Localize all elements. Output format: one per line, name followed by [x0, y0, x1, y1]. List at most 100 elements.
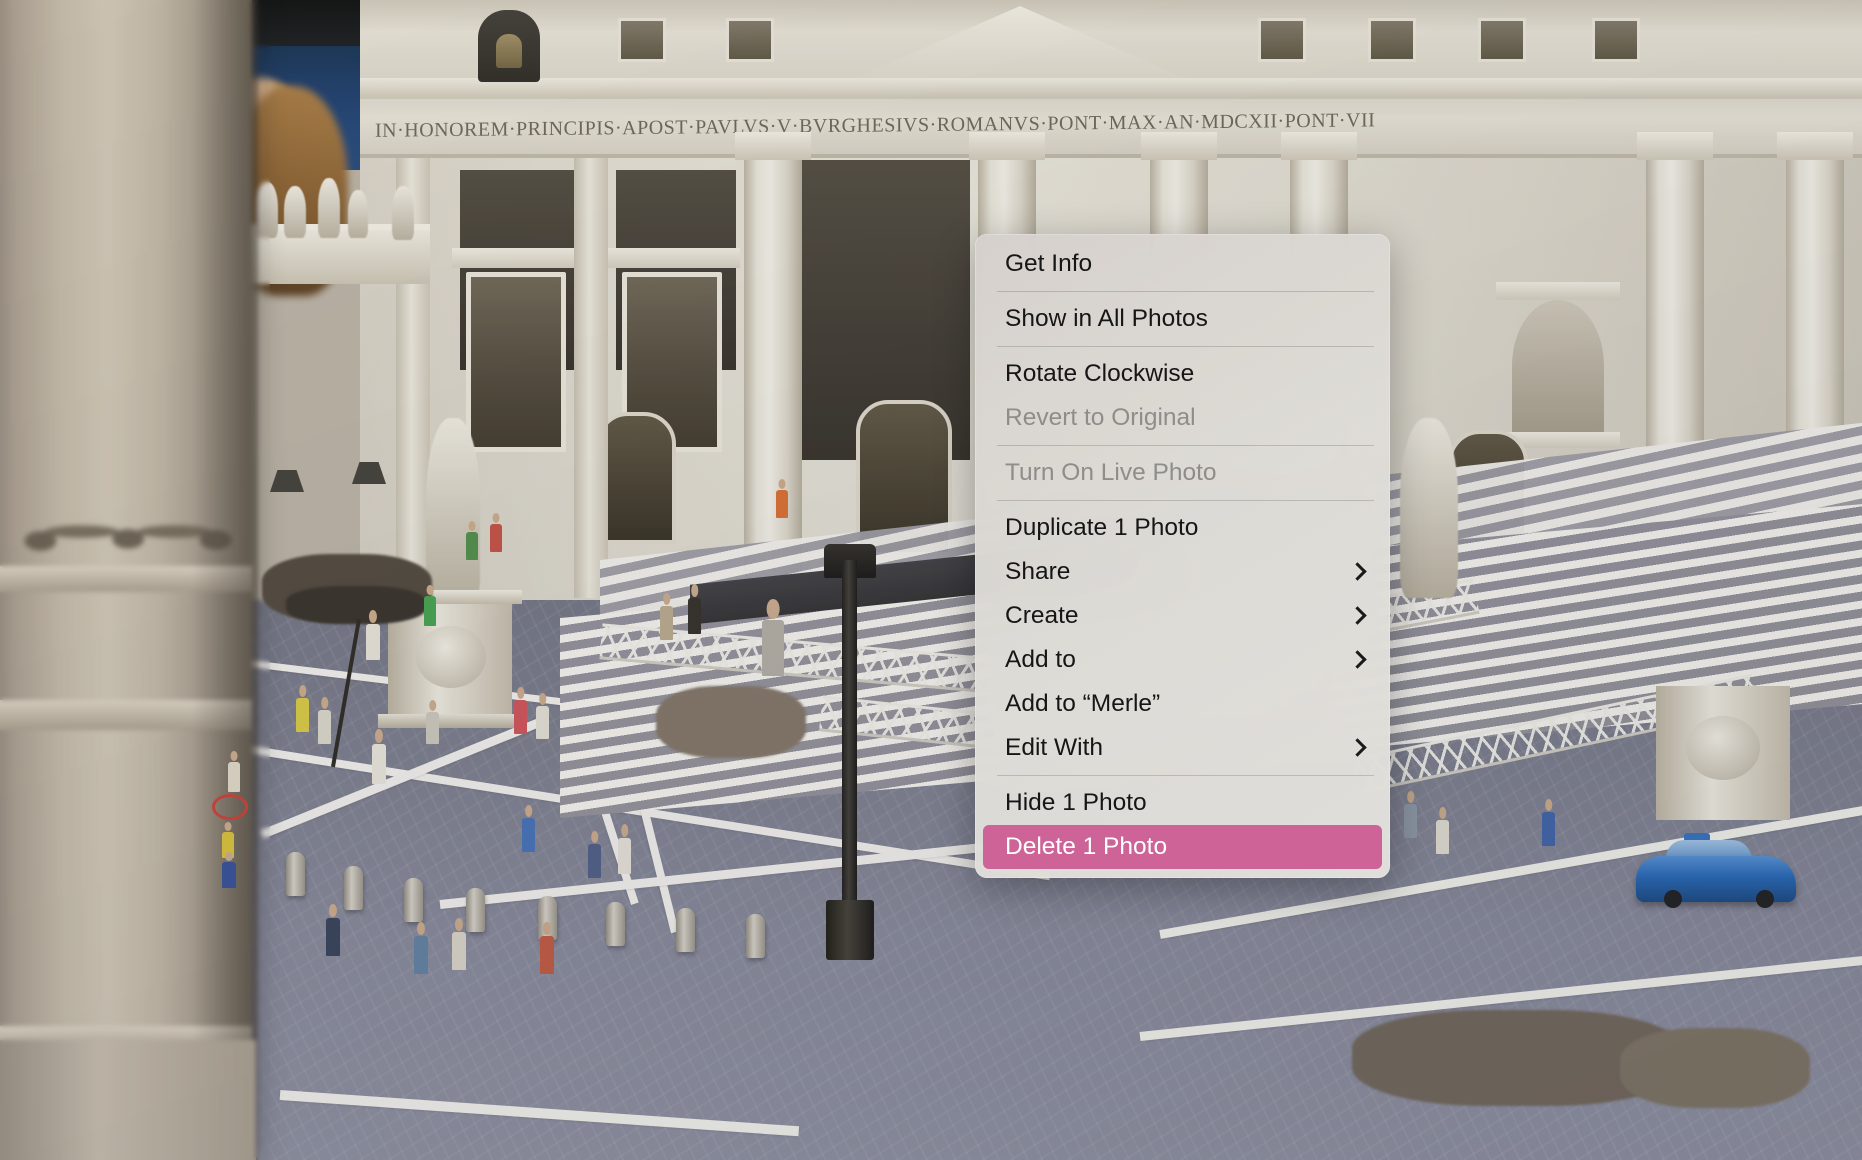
bell: [496, 34, 522, 68]
figurine: [762, 620, 784, 676]
window-pediment: [608, 248, 740, 268]
police-car-wheel: [1664, 890, 1682, 908]
wall-lantern: [270, 470, 304, 492]
bollard: [286, 852, 305, 896]
menu-item-create[interactable]: Create: [983, 594, 1382, 638]
crowd-cluster: [656, 686, 806, 758]
figurine: [490, 524, 502, 552]
menu-item-label: Turn On Live Photo: [1005, 459, 1217, 486]
chevron-right-icon: [1350, 561, 1364, 583]
chevron-right-icon: [1350, 649, 1364, 671]
figurine: [618, 838, 631, 874]
st-peter-statue: [426, 418, 480, 604]
pedestal-base: [378, 714, 522, 728]
niche-cornice: [1496, 282, 1620, 300]
figurine: [222, 862, 236, 888]
photo-viewer-image[interactable]: IN·HONOREM·PRINCIPIS·APOST·PAVLVS·V·BVRG…: [0, 0, 1862, 1160]
menu-separator: [997, 445, 1374, 446]
menu-item-share[interactable]: Share: [983, 550, 1382, 594]
window-pediment: [452, 248, 584, 268]
chevron-right-icon: [1350, 605, 1364, 627]
facade-pilaster: [574, 158, 608, 598]
figurine: [776, 490, 788, 518]
column-capital: [1281, 132, 1357, 160]
menu-item-label: Add to “Merle”: [1005, 690, 1161, 717]
pedestal-crest: [416, 626, 486, 688]
figurine: [372, 744, 386, 784]
menu-separator: [997, 500, 1374, 501]
attic-window: [1368, 18, 1416, 62]
pedestal-crest: [1686, 716, 1760, 780]
bollard: [746, 914, 765, 958]
figurine: [540, 936, 554, 974]
column-capital: [735, 132, 811, 160]
figurine: [1436, 820, 1449, 854]
figurine: [326, 918, 340, 956]
facade-window: [466, 272, 566, 452]
menu-item-get-info[interactable]: Get Info: [983, 242, 1382, 286]
menu-item-label: Hide 1 Photo: [1005, 789, 1147, 816]
figurine: [536, 706, 549, 739]
menu-item-hide-1-photo[interactable]: Hide 1 Photo: [983, 781, 1382, 825]
menu-item-label: Get Info: [1005, 250, 1093, 277]
figurine: [1542, 812, 1555, 846]
chevron-right-icon: [1350, 737, 1364, 759]
menu-item-edit-with[interactable]: Edit With: [983, 726, 1382, 770]
menu-item-label: Add to: [1005, 646, 1076, 673]
bollard: [606, 902, 625, 946]
column-plinth: [0, 1040, 256, 1160]
menu-item-label: Rotate Clockwise: [1005, 360, 1195, 387]
menu-item-label: Create: [1005, 602, 1079, 629]
police-car-wheel: [1756, 890, 1774, 908]
figurine: [452, 932, 466, 970]
facade-niche: [1512, 300, 1604, 432]
menu-item-add-to-merle[interactable]: Add to “Merle”: [983, 682, 1382, 726]
column-capital: [1637, 132, 1713, 160]
attic-window: [1478, 18, 1526, 62]
rooftop-statue: [348, 190, 368, 238]
figurine: [1404, 804, 1417, 838]
menu-item-label: Share: [1005, 558, 1071, 585]
column-capital: [1141, 132, 1217, 160]
menu-separator: [997, 291, 1374, 292]
attic-window: [1592, 18, 1640, 62]
menu-item-duplicate-1-photo[interactable]: Duplicate 1 Photo: [983, 506, 1382, 550]
bicycle: [212, 794, 248, 820]
rooftop-statue: [284, 186, 306, 238]
menu-item-delete-1-photo[interactable]: Delete 1 Photo: [983, 825, 1382, 869]
lamp-base: [826, 900, 874, 960]
menu-item-rotate-clockwise[interactable]: Rotate Clockwise: [983, 352, 1382, 396]
figurine: [588, 844, 601, 878]
attic-window: [726, 18, 774, 62]
figurine: [228, 762, 240, 792]
figurine: [466, 532, 478, 560]
rooftop-statue: [318, 178, 340, 238]
menu-item-revert-to-original: Revert to Original: [983, 396, 1382, 440]
photo-context-menu[interactable]: Get Info Show in All Photos Rotate Clockwi…: [975, 234, 1390, 878]
bollard: [404, 878, 423, 922]
menu-item-turn-on-live-photo: Turn On Live Photo: [983, 451, 1382, 495]
menu-item-label: Delete 1 Photo: [1005, 833, 1168, 860]
menu-item-label: Show in All Photos: [1005, 305, 1208, 332]
menu-item-show-in-all-photos[interactable]: Show in All Photos: [983, 297, 1382, 341]
attic-window: [618, 18, 666, 62]
figurine: [366, 624, 380, 660]
menu-item-label: Duplicate 1 Photo: [1005, 514, 1199, 541]
st-paul-statue: [1400, 418, 1458, 598]
figurine: [426, 712, 439, 744]
figurine: [296, 698, 309, 732]
crowd-cluster: [1620, 1028, 1810, 1108]
menu-item-add-to[interactable]: Add to: [983, 638, 1382, 682]
basilica-door: [596, 412, 676, 544]
facade-cornice: [360, 78, 1862, 98]
figurine: [414, 936, 428, 974]
rooftop-statue: [392, 186, 414, 240]
column-shadow-edge: [192, 0, 258, 1160]
menu-item-label: Revert to Original: [1005, 404, 1196, 431]
column-capital: [969, 132, 1045, 160]
column-capital: [1777, 132, 1853, 160]
figurine: [514, 700, 527, 734]
attic-window: [1258, 18, 1306, 62]
menu-separator: [997, 775, 1374, 776]
figurine: [688, 598, 701, 634]
